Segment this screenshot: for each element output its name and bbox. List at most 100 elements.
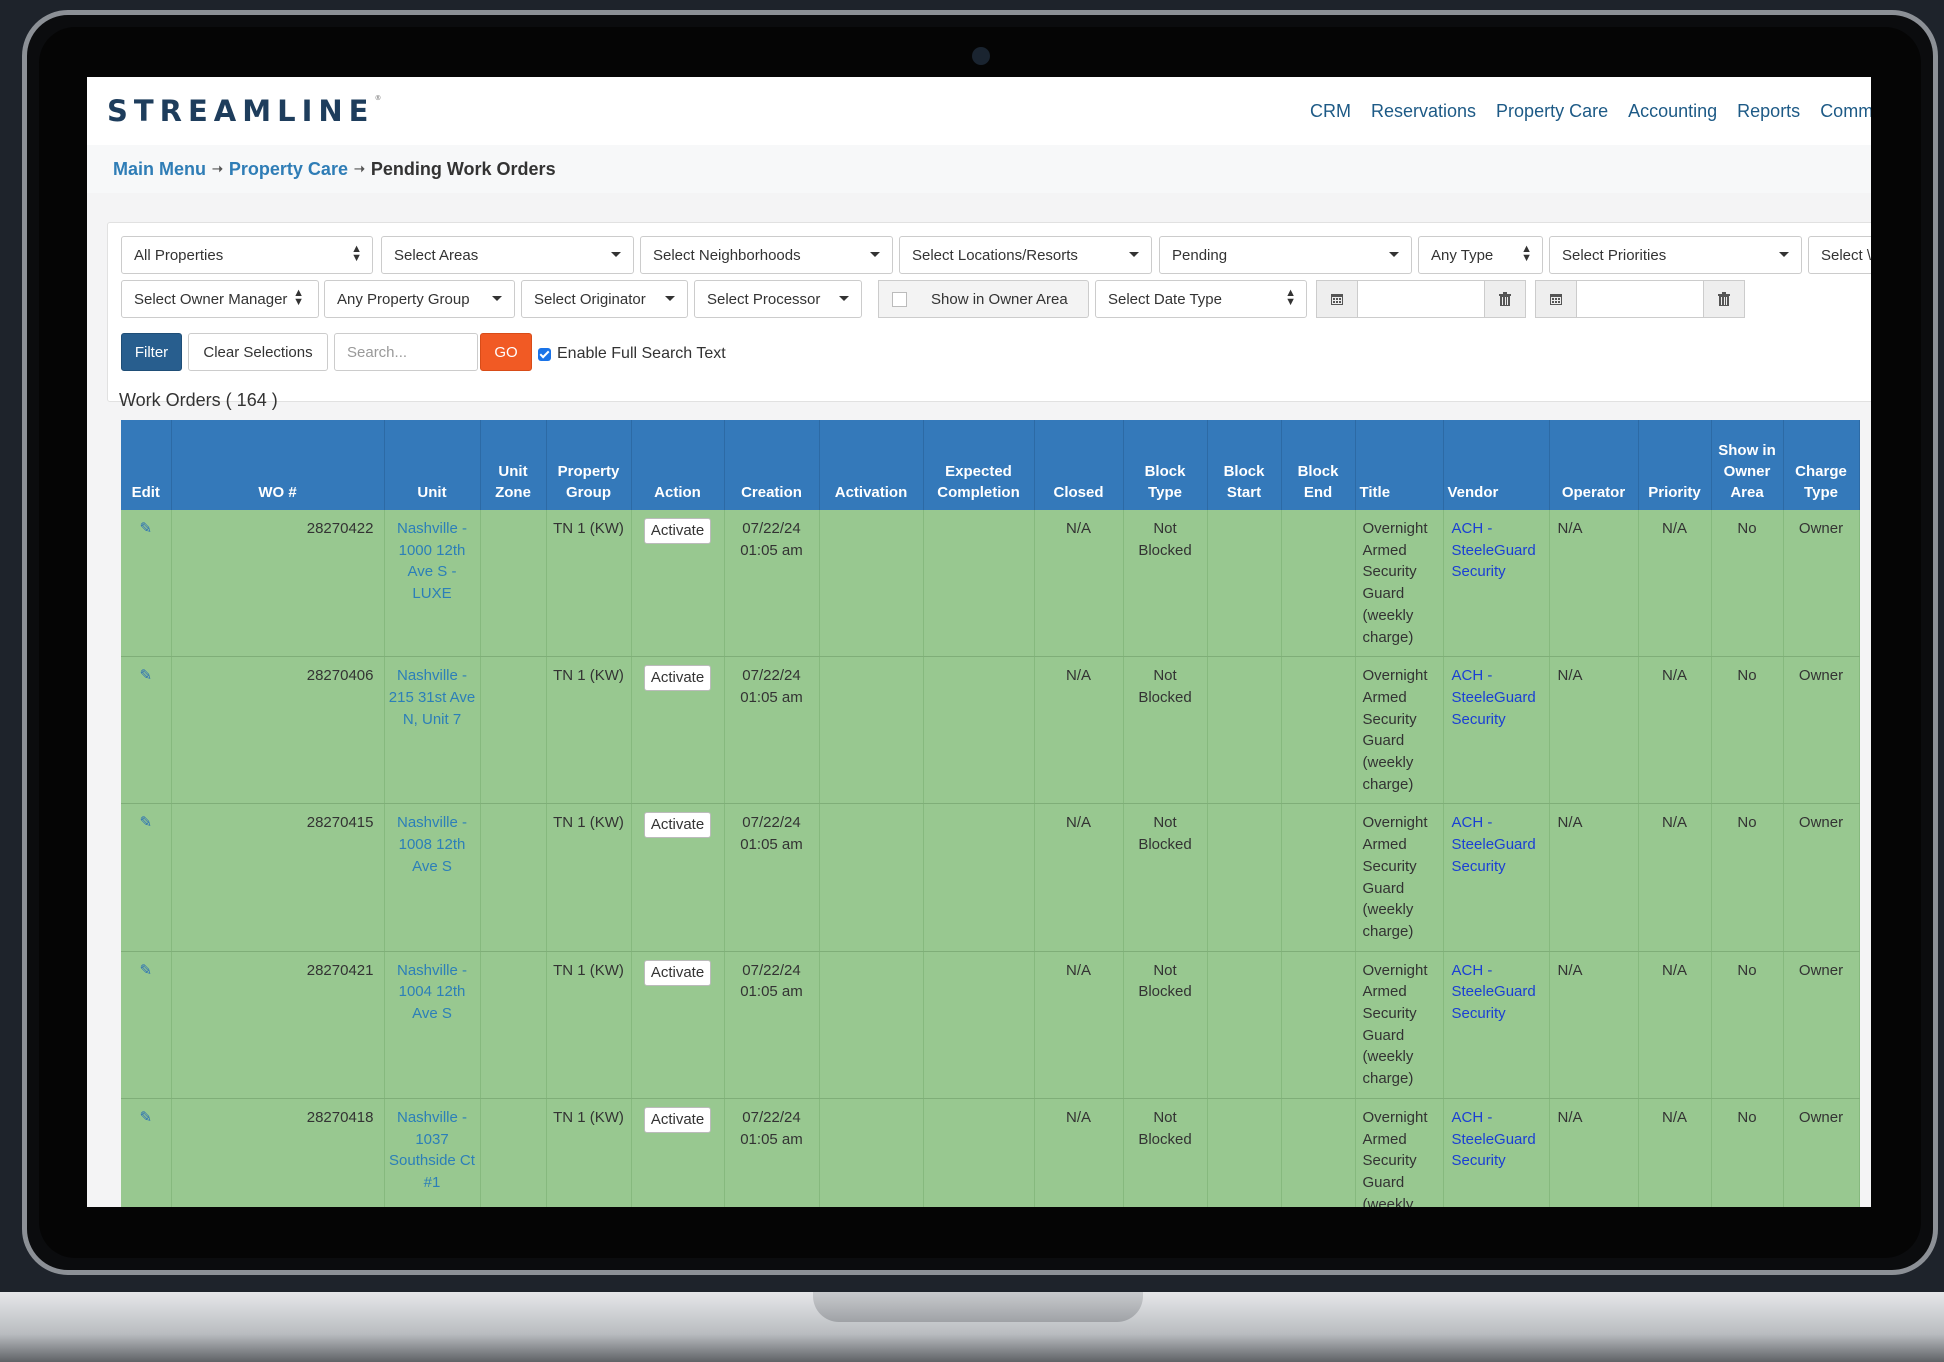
column-header[interactable]: Show in Owner Area (1711, 420, 1784, 510)
trash-icon[interactable] (1484, 280, 1526, 318)
activate-button[interactable]: Activate (643, 518, 712, 544)
breadcrumb-property-care[interactable]: Property Care (229, 159, 348, 180)
block-end-cell (1281, 1098, 1356, 1207)
calendar-icon[interactable] (1316, 280, 1358, 318)
full-search-checkbox[interactable]: Enable Full Search Text (538, 345, 726, 363)
unit-link[interactable]: Nashville - 215 31st Ave N, Unit 7 (389, 667, 475, 727)
edit-cell: ✎ (121, 656, 172, 805)
column-header[interactable]: Property Group (546, 420, 632, 510)
locations-select[interactable]: Select Locations/Resorts (899, 236, 1152, 274)
nav-crm[interactable]: CRM (1310, 101, 1351, 122)
breadcrumb-main-menu[interactable]: Main Menu (113, 159, 206, 180)
nav-reservations[interactable]: Reservations (1371, 101, 1476, 122)
zone-cell (480, 1098, 547, 1207)
vendor-link[interactable]: ACH - SteeleGuard Security (1452, 667, 1536, 727)
priorities-select[interactable]: Select Priorities (1549, 236, 1802, 274)
app-logo[interactable]: STREAMLINE® (107, 94, 381, 128)
wo-cell: 28270415 (171, 803, 385, 952)
charge-cell: Owner (1783, 656, 1860, 805)
nav-comm[interactable]: Comm (1820, 101, 1871, 122)
pencil-icon[interactable]: ✎ (139, 520, 152, 537)
updown-icon: ▲ ▼ (1285, 287, 1296, 308)
unit-link[interactable]: Nashville - 1037 Southside Ct #1 (389, 1109, 475, 1191)
creation-cell: 07/22/24 01:05 am (724, 510, 820, 658)
unit-link[interactable]: Nashville - 1000 12th Ave S - LUXE (397, 520, 467, 602)
zone-cell (480, 656, 547, 805)
vendor-link[interactable]: ACH - SteeleGuard Security (1452, 962, 1536, 1022)
unit-link[interactable]: Nashville - 1008 12th Ave S (397, 814, 467, 874)
processor-select[interactable]: Select Processor (694, 280, 862, 318)
owner-manager-select[interactable]: Select Owner Manager ▲ ▼ (121, 280, 319, 318)
type-select[interactable]: Any Type ▲ ▼ (1418, 236, 1543, 274)
table-header-row: Edit WO # Unit Unit Zone Property Group … (121, 420, 1860, 510)
nav-reports[interactable]: Reports (1737, 101, 1800, 122)
date-type-select[interactable]: Select Date Type ▲ ▼ (1095, 280, 1307, 318)
edit-cell: ✎ (121, 1098, 172, 1207)
priority-cell: N/A (1638, 510, 1712, 658)
pencil-icon[interactable]: ✎ (139, 667, 152, 684)
owner-area-checkbox[interactable] (878, 280, 920, 318)
activate-button[interactable]: Activate (643, 1106, 712, 1133)
column-header[interactable]: Expected Completion (923, 420, 1035, 510)
column-header[interactable]: Action (631, 420, 725, 510)
owner-area-cell: No (1711, 656, 1784, 805)
column-header[interactable]: Closed (1034, 420, 1124, 510)
unit-link[interactable]: Nashville - 1004 12th Ave S (397, 962, 467, 1022)
vendor-link[interactable]: ACH - SteeleGuard Security (1452, 814, 1536, 874)
neighborhoods-select[interactable]: Select Neighborhoods (640, 236, 893, 274)
vendor-link[interactable]: ACH - SteeleGuard Security (1452, 1109, 1536, 1169)
search-input[interactable]: Search... (334, 333, 478, 371)
app-screen: STREAMLINE® CRM Reservations Property Ca… (87, 77, 1871, 1207)
column-header[interactable]: Edit (121, 420, 172, 510)
activate-button[interactable]: Activate (643, 812, 712, 839)
block-type-cell: Not Blocked (1123, 656, 1208, 805)
status-select[interactable]: Pending (1159, 236, 1412, 274)
pencil-icon[interactable]: ✎ (139, 1109, 152, 1126)
operator-cell: N/A (1549, 951, 1639, 1099)
column-header[interactable]: Operator (1549, 420, 1639, 510)
go-button[interactable]: GO (480, 333, 532, 371)
expected-cell (923, 510, 1035, 658)
clear-selections-button[interactable]: Clear Selections (188, 333, 328, 371)
pencil-icon[interactable]: ✎ (139, 814, 152, 831)
operator-cell: N/A (1549, 656, 1639, 805)
nav-property-care[interactable]: Property Care (1496, 101, 1608, 122)
filter-button[interactable]: Filter (121, 333, 182, 371)
properties-select[interactable]: All Properties ▲ ▼ (121, 236, 373, 274)
areas-select[interactable]: Select Areas (381, 236, 634, 274)
block-type-cell: Not Blocked (1123, 951, 1208, 1099)
action-cell: Activate (631, 803, 725, 952)
vendor-link[interactable]: ACH - SteeleGuard Security (1452, 520, 1536, 580)
nav-accounting[interactable]: Accounting (1628, 101, 1717, 122)
vendor-cell: ACH - SteeleGuard Security (1443, 656, 1550, 805)
block-start-cell (1207, 1098, 1282, 1207)
column-header[interactable]: Unit Zone (480, 420, 547, 510)
activation-cell (819, 510, 924, 658)
start-date-input[interactable] (1357, 280, 1485, 318)
column-header[interactable]: Unit (384, 420, 481, 510)
column-header[interactable]: Title (1355, 420, 1444, 510)
creation-cell: 07/22/24 01:05 am (724, 951, 820, 1099)
end-date-input[interactable] (1576, 280, 1704, 318)
column-header[interactable]: Vendor (1443, 420, 1550, 510)
originator-select[interactable]: Select Originator (521, 280, 688, 318)
column-header[interactable]: Block End (1281, 420, 1356, 510)
expected-cell (923, 951, 1035, 1099)
column-header[interactable]: Creation (724, 420, 820, 510)
column-header[interactable]: WO # (171, 420, 385, 510)
more-select[interactable]: Select \ (1808, 236, 1871, 274)
block-start-cell (1207, 510, 1282, 658)
column-header[interactable]: Activation (819, 420, 924, 510)
column-header[interactable]: Block Type (1123, 420, 1208, 510)
property-group-select[interactable]: Any Property Group (324, 280, 515, 318)
work-orders-count: Work Orders ( 164 ) (119, 390, 278, 410)
column-header[interactable]: Charge Type (1783, 420, 1860, 510)
trash-icon[interactable] (1703, 280, 1745, 318)
column-header[interactable]: Block Start (1207, 420, 1282, 510)
calendar-icon[interactable] (1535, 280, 1577, 318)
pencil-icon[interactable]: ✎ (139, 962, 152, 979)
activate-button[interactable]: Activate (643, 959, 712, 986)
edit-cell: ✎ (121, 803, 172, 952)
column-header[interactable]: Priority (1638, 420, 1712, 510)
activate-button[interactable]: Activate (643, 665, 712, 692)
